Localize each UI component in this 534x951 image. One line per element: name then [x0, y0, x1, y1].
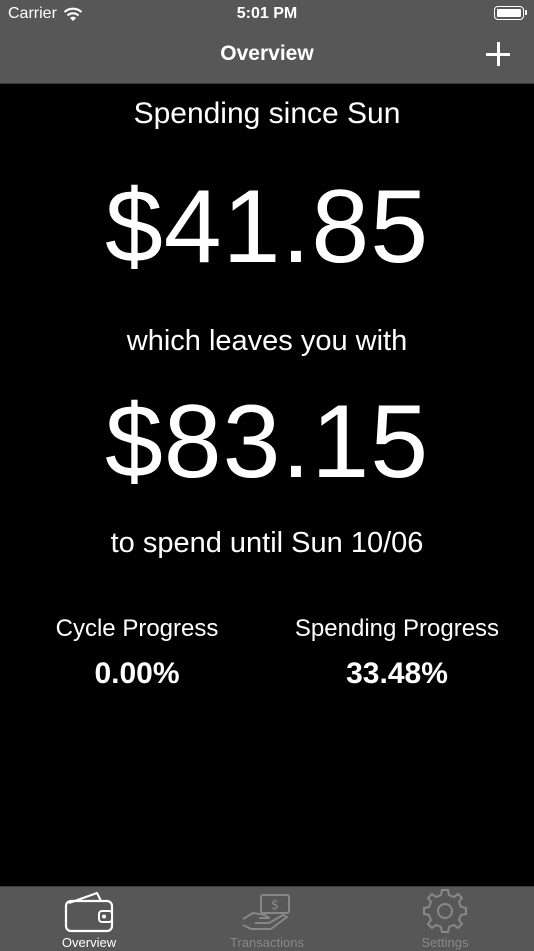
tab-overview[interactable]: Overview — [0, 887, 178, 951]
cycle-progress-stat: Cycle Progress 0.00% — [4, 615, 270, 691]
battery-icon — [494, 6, 527, 20]
cycle-progress-label: Cycle Progress — [55, 615, 219, 642]
spent-amount: $41.85 — [104, 169, 430, 285]
svg-text:$: $ — [271, 898, 279, 913]
remaining-prefix: which leaves you with — [126, 325, 408, 357]
tab-transactions-label: Transactions — [230, 935, 304, 950]
status-bar: Carrier 5:01 PM — [0, 0, 534, 30]
spending-progress-stat: Spending Progress 33.48% — [264, 615, 530, 691]
status-time: 5:01 PM — [236, 5, 298, 22]
overview-content: Spending since Sun $41.85 which leaves y… — [0, 83, 534, 886]
spending-heading: Spending since Sun — [133, 97, 401, 130]
tab-bar: Overview $ Transactions Settings — [0, 886, 534, 951]
tab-settings-label: Settings — [421, 935, 469, 950]
remaining-amount: $83.15 — [104, 384, 430, 500]
gear-icon — [423, 889, 467, 933]
tab-settings[interactable]: Settings — [356, 887, 534, 951]
spending-progress-value: 33.48% — [346, 657, 448, 690]
navigation-bar: Overview — [0, 30, 534, 84]
spending-progress-label: Spending Progress — [294, 615, 500, 642]
money-hand-icon: $ — [242, 894, 290, 930]
tab-overview-label: Overview — [61, 935, 117, 950]
page-title: Overview — [220, 42, 314, 65]
add-transaction-button[interactable] — [484, 40, 512, 68]
cycle-progress-value: 0.00% — [94, 657, 180, 690]
wallet-icon — [64, 892, 114, 933]
cycle-end-text: to spend until Sun 10/06 — [110, 527, 424, 559]
tab-transactions[interactable]: $ Transactions — [178, 887, 356, 951]
